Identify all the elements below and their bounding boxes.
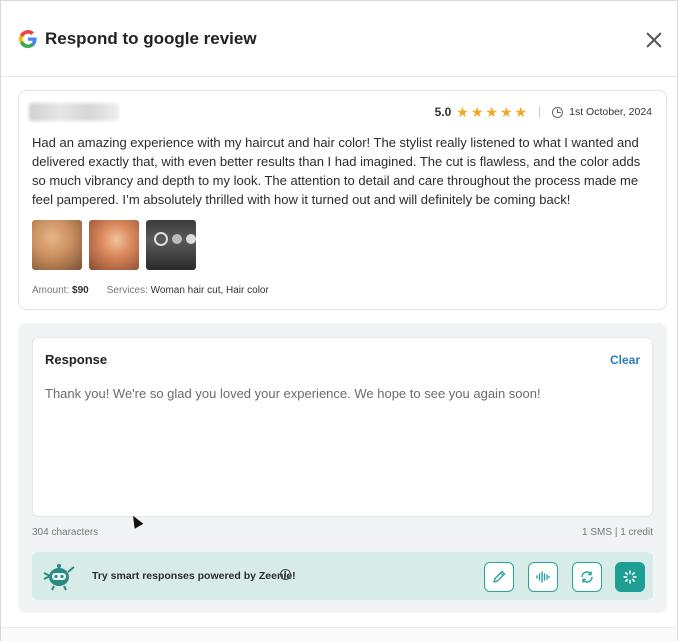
modal-header: Respond to google review (1, 1, 677, 77)
modal-footer-edge (1, 627, 677, 641)
zeenie-promo-text: Try smart responses powered by Zeenie! (92, 570, 296, 582)
services-label: Services: (106, 285, 148, 296)
voice-button[interactable] (528, 562, 558, 592)
generate-button[interactable] (615, 562, 645, 592)
clock-icon (552, 106, 564, 118)
star-icon: ★ (514, 104, 528, 120)
close-icon[interactable] (645, 31, 663, 49)
amount: Amount: $90 (32, 285, 89, 296)
review-date: 1st October, 2024 (569, 106, 652, 118)
review-photo[interactable] (32, 220, 82, 270)
info-icon[interactable]: i (280, 569, 291, 580)
review-photo[interactable] (146, 220, 196, 270)
zeenie-bar: Try smart responses powered by Zeenie! i (32, 552, 653, 600)
reviewer-name-blurred (29, 103, 119, 121)
star-rating: ★ ★ ★ ★ ★ (456, 105, 527, 119)
star-icon: ★ (470, 104, 484, 120)
audio-wave-icon (536, 571, 550, 583)
response-section: Response Clear Thank you! We're so glad … (18, 323, 667, 613)
response-textarea[interactable]: Thank you! We're so glad you loved your … (45, 384, 635, 403)
review-photos (32, 220, 196, 270)
response-label: Response (45, 352, 108, 367)
review-meta: Amount: $90 Services: Woman hair cut, Ha… (32, 285, 269, 296)
review-card: 5.0 ★ ★ ★ ★ ★ 1st October, 2024 Had an a… (18, 90, 667, 310)
google-icon (19, 29, 37, 48)
mouse-cursor-icon (128, 513, 144, 529)
pencil-icon (493, 570, 506, 583)
divider (539, 106, 541, 118)
amount-value: $90 (72, 285, 89, 296)
zeenie-robot-icon (43, 564, 75, 591)
amount-label: Amount: (32, 285, 70, 296)
modal-title: Respond to google review (45, 28, 257, 48)
star-icon: ★ (485, 104, 498, 120)
review-response-modal: Respond to google review 5.0 ★ ★ ★ ★ ★ 1… (0, 0, 678, 641)
loading-spinner-icon (623, 570, 637, 584)
star-icon: ★ (456, 104, 469, 120)
clear-button[interactable]: Clear (610, 353, 640, 367)
services: Services: Woman hair cut, Hair color (107, 285, 269, 296)
rating-row: 5.0 ★ ★ ★ ★ ★ 1st October, 2024 (435, 103, 652, 121)
edit-button[interactable] (484, 562, 514, 592)
review-text: Had an amazing experience with my haircu… (32, 135, 641, 207)
character-count: 304 characters (32, 527, 99, 538)
services-value: Woman hair cut, Hair color (150, 285, 269, 296)
credit-info: 1 SMS | 1 credit (582, 527, 653, 538)
response-box[interactable]: Response Clear Thank you! We're so glad … (32, 337, 653, 529)
review-photo[interactable] (89, 220, 139, 270)
rating-value: 5.0 (434, 105, 452, 119)
star-icon: ★ (499, 104, 513, 120)
refresh-icon (581, 571, 593, 583)
regenerate-button[interactable] (572, 562, 602, 592)
